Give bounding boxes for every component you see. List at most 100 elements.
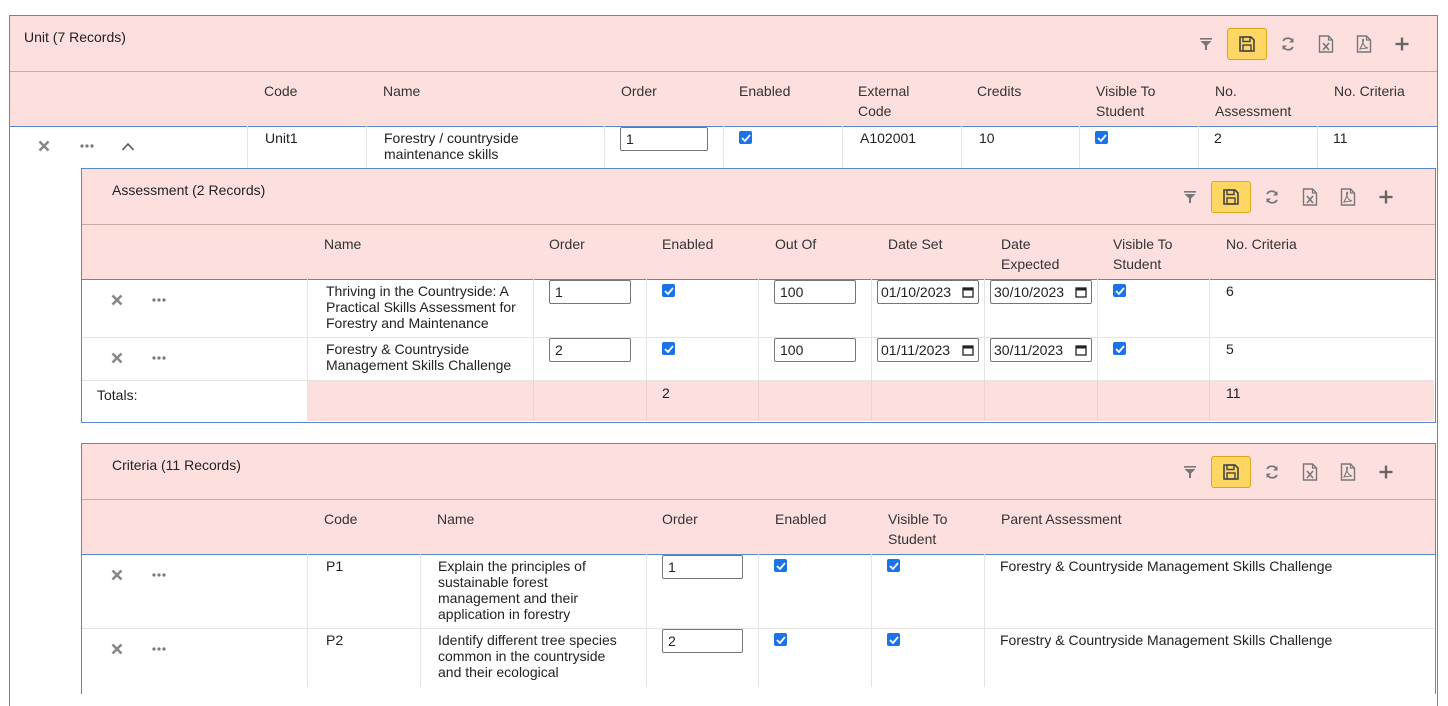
filter-icon[interactable] — [1171, 455, 1209, 489]
column-header-credits[interactable]: Credits — [977, 81, 1021, 101]
add-icon[interactable] — [1367, 180, 1405, 214]
filter-icon[interactable] — [1171, 180, 1209, 214]
assessment-panel-title: Assessment (2 Records) — [112, 182, 266, 198]
refresh-icon[interactable] — [1253, 180, 1291, 214]
column-header-enabled[interactable]: Enabled — [662, 234, 713, 254]
date-expected-picker[interactable]: 30/11/2023 — [990, 338, 1092, 362]
criteria-visible-checkbox[interactable] — [887, 633, 900, 646]
save-button[interactable] — [1227, 28, 1267, 60]
save-icon — [1239, 36, 1255, 52]
totals-no-criteria: 11 — [1226, 385, 1241, 401]
criteria-enabled-checkbox[interactable] — [774, 633, 787, 646]
criteria-parent-assessment: Forestry & Countryside Management Skills… — [1000, 558, 1333, 574]
assessment-no-criteria: 5 — [1226, 341, 1234, 357]
criteria-order-input[interactable] — [662, 629, 743, 653]
unit-panel-title: Unit (7 Records) — [24, 29, 126, 45]
column-header-name[interactable]: Name — [383, 81, 420, 101]
assessment-visible-checkbox[interactable] — [1113, 342, 1126, 355]
assessment-no-criteria: 6 — [1226, 283, 1234, 299]
criteria-order-input[interactable] — [662, 555, 743, 579]
column-header-no-criteria[interactable]: No. Criteria — [1226, 234, 1297, 254]
column-header-order[interactable]: Order — [621, 81, 657, 101]
assessment-enabled-checkbox[interactable] — [662, 342, 675, 355]
add-icon[interactable] — [1367, 455, 1405, 489]
more-options-icon[interactable] — [150, 642, 168, 656]
criteria-code: P1 — [326, 558, 344, 574]
assessment-visible-checkbox[interactable] — [1113, 284, 1126, 297]
column-header-enabled[interactable]: Enabled — [739, 81, 790, 101]
more-options-icon[interactable] — [78, 139, 96, 153]
column-header-visible-to-student[interactable]: Visible To Student — [1113, 234, 1193, 274]
unit-external-code: A102001 — [860, 130, 917, 146]
pdf-export-icon[interactable] — [1345, 27, 1383, 61]
save-button[interactable] — [1211, 181, 1251, 213]
column-header-date-expected[interactable]: Date Expected — [1001, 234, 1071, 274]
excel-export-icon[interactable] — [1291, 180, 1329, 214]
column-header-visible-to-student[interactable]: Visible To Student — [1096, 81, 1176, 121]
date-set-value: 01/11/2023 — [881, 342, 951, 358]
criteria-enabled-checkbox[interactable] — [774, 559, 787, 572]
date-set-picker[interactable]: 01/10/2023 — [877, 280, 979, 304]
calendar-icon — [1075, 345, 1087, 356]
column-header-enabled[interactable]: Enabled — [775, 509, 826, 529]
pdf-export-icon[interactable] — [1329, 180, 1367, 214]
calendar-icon — [962, 287, 974, 298]
filter-icon[interactable] — [1187, 27, 1225, 61]
assessment-order-input[interactable] — [549, 280, 631, 304]
unit-enabled-checkbox[interactable] — [739, 131, 752, 144]
column-header-parent-assessment[interactable]: Parent Assessment — [1001, 509, 1122, 529]
unit-no-criteria: 11 — [1333, 130, 1348, 146]
criteria-code: P2 — [326, 632, 344, 648]
assessment-enabled-checkbox[interactable] — [662, 284, 675, 297]
delete-icon[interactable] — [109, 641, 125, 657]
column-header-visible-to-student[interactable]: Visible To Student — [888, 509, 968, 549]
excel-export-icon[interactable] — [1291, 455, 1329, 489]
delete-icon[interactable] — [109, 567, 125, 583]
criteria-header-row: Code Name Order Enabled Visible To Stude… — [82, 499, 1435, 555]
pdf-export-icon[interactable] — [1329, 455, 1367, 489]
save-button[interactable] — [1211, 456, 1251, 488]
criteria-visible-checkbox[interactable] — [887, 559, 900, 572]
assessment-toolbar — [1171, 180, 1405, 214]
unit-visible-checkbox[interactable] — [1095, 131, 1108, 144]
unit-order-input[interactable] — [620, 127, 708, 151]
column-header-no-assessment[interactable]: No. Assessment — [1215, 81, 1305, 121]
criteria-parent-assessment: Forestry & Countryside Management Skills… — [1000, 632, 1333, 648]
calendar-icon — [1075, 287, 1087, 298]
column-header-order[interactable]: Order — [662, 509, 698, 529]
unit-header-row: Code Name Order Enabled External Code Cr… — [10, 71, 1437, 127]
totals-label: Totals: — [97, 387, 138, 403]
column-header-external-code[interactable]: External Code — [858, 81, 938, 121]
assessment-name: Forestry & Countryside Management Skills… — [326, 341, 512, 373]
column-header-code[interactable]: Code — [324, 509, 357, 529]
criteria-name: Explain the principles of sustainable fo… — [438, 558, 586, 622]
column-header-name[interactable]: Name — [324, 234, 361, 254]
refresh-icon[interactable] — [1253, 455, 1291, 489]
assessment-order-input[interactable] — [549, 338, 631, 362]
unit-no-assessment: 2 — [1214, 130, 1222, 146]
excel-export-icon[interactable] — [1307, 27, 1345, 61]
delete-icon[interactable] — [109, 350, 125, 366]
delete-icon[interactable] — [36, 138, 52, 154]
assessment-out-of-input[interactable] — [774, 338, 856, 362]
more-options-icon[interactable] — [150, 568, 168, 582]
collapse-chevron-up-icon[interactable] — [119, 138, 137, 154]
add-icon[interactable] — [1383, 27, 1421, 61]
more-options-icon[interactable] — [150, 351, 168, 365]
delete-icon[interactable] — [109, 292, 125, 308]
column-header-out-of[interactable]: Out Of — [775, 234, 816, 254]
column-header-date-set[interactable]: Date Set — [888, 234, 942, 254]
criteria-title-bar: Criteria (11 Records) — [82, 444, 1435, 499]
column-header-code[interactable]: Code — [264, 81, 297, 101]
assessment-name: Thriving in the Countryside: A Practical… — [326, 283, 516, 331]
column-header-name[interactable]: Name — [437, 509, 474, 529]
date-set-value: 01/10/2023 — [881, 284, 952, 300]
column-header-order[interactable]: Order — [549, 234, 585, 254]
column-header-no-criteria[interactable]: No. Criteria — [1334, 81, 1405, 101]
more-options-icon[interactable] — [150, 293, 168, 307]
date-set-picker[interactable]: 01/11/2023 — [877, 338, 979, 362]
date-expected-picker[interactable]: 30/10/2023 — [990, 280, 1092, 304]
assessment-out-of-input[interactable] — [774, 280, 856, 304]
refresh-icon[interactable] — [1269, 27, 1307, 61]
unit-code: Unit1 — [265, 130, 298, 146]
